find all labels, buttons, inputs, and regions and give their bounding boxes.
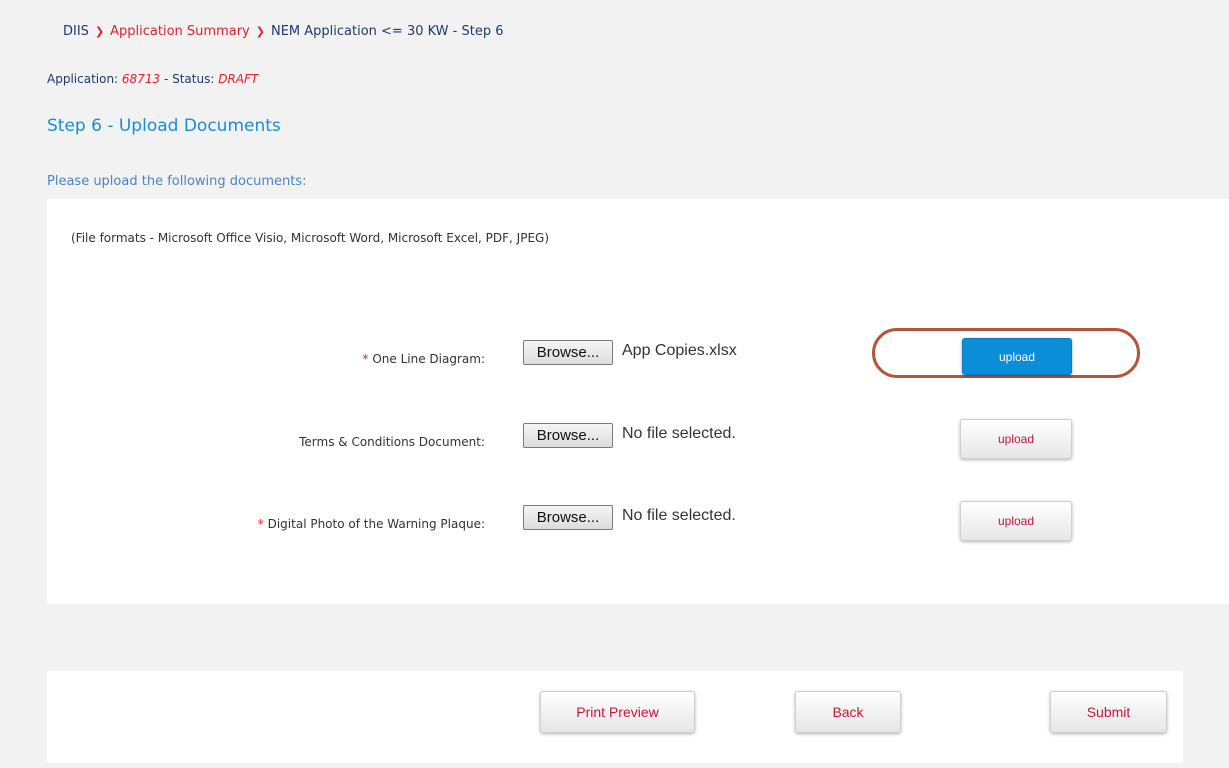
required-asterisk: * bbox=[362, 352, 369, 366]
selected-file-name: No file selected. bbox=[622, 507, 736, 524]
breadcrumb-root[interactable]: DIIS bbox=[63, 24, 89, 39]
status-value: DRAFT bbox=[218, 72, 259, 86]
status-label: - Status: bbox=[163, 72, 215, 86]
breadcrumb-separator-icon: ❯ bbox=[255, 25, 265, 38]
upload-button[interactable]: upload bbox=[960, 501, 1072, 541]
page-title: Step 6 - Upload Documents bbox=[47, 116, 281, 136]
breadcrumb-separator-icon: ❯ bbox=[94, 25, 105, 38]
print-preview-button[interactable]: Print Preview bbox=[540, 691, 695, 733]
breadcrumb: DIIS ❯ Application Summary ❯ NEM Application… bbox=[63, 24, 504, 39]
submit-button[interactable]: Submit bbox=[1050, 691, 1167, 733]
document-label-text: Digital Photo of the Warning Plaque: bbox=[267, 517, 485, 531]
browse-button[interactable]: Browse... bbox=[523, 505, 613, 530]
file-formats-note: (File formats - Microsoft Office Visio, … bbox=[71, 231, 550, 245]
application-number: 68713 bbox=[121, 72, 161, 86]
browse-button[interactable]: Browse... bbox=[523, 340, 613, 365]
document-label: * Digital Photo of the Warning Plaque: bbox=[258, 517, 485, 531]
breadcrumb-current: NEM Application <= 30 KW - Step 6 bbox=[270, 24, 504, 39]
required-asterisk: * bbox=[257, 517, 264, 531]
document-row-terms-conditions: Terms & Conditions Document: Browse... N… bbox=[47, 419, 1229, 463]
selected-file-name: No file selected. bbox=[622, 425, 736, 442]
back-button[interactable]: Back bbox=[795, 691, 901, 733]
application-label: Application: bbox=[47, 72, 119, 86]
document-row-one-line-diagram: * One Line Diagram: Browse... App Copies.… bbox=[47, 328, 1229, 380]
upload-instruction: Please upload the following documents: bbox=[47, 174, 307, 189]
upload-button[interactable]: upload bbox=[960, 419, 1072, 459]
document-label: Terms & Conditions Document: bbox=[295, 435, 485, 449]
action-footer: Print Preview Back Submit bbox=[47, 671, 1183, 763]
upload-panel: (File formats - Microsoft Office Visio, … bbox=[47, 199, 1229, 604]
selected-file-name: App Copies.xlsx bbox=[622, 342, 737, 359]
document-label: * One Line Diagram: bbox=[362, 352, 485, 366]
browse-button[interactable]: Browse... bbox=[523, 423, 613, 448]
document-label-text: Terms & Conditions Document: bbox=[299, 435, 485, 449]
upload-button[interactable]: upload bbox=[962, 338, 1072, 375]
application-info: Application: 68713 - Status: DRAFT bbox=[47, 72, 258, 86]
breadcrumb-application-summary-link[interactable]: Application Summary bbox=[110, 24, 250, 39]
document-row-warning-plaque-photo: * Digital Photo of the Warning Plaque: Br… bbox=[47, 501, 1229, 545]
document-label-text: One Line Diagram: bbox=[372, 352, 485, 366]
